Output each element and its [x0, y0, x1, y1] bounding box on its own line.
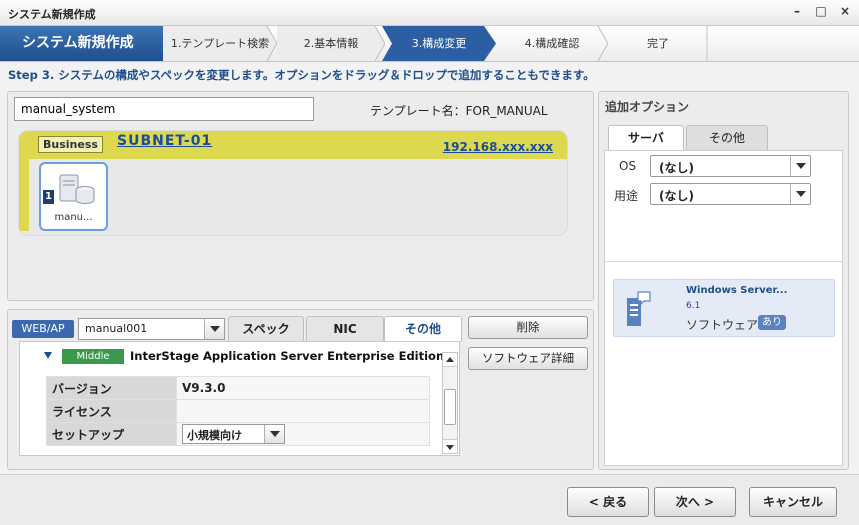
ip-address-link[interactable]: 192.168.xxx.xxx: [443, 140, 553, 154]
maximize-icon[interactable]: □: [815, 4, 827, 18]
back-button[interactable]: < 戻る: [567, 487, 649, 517]
minimize-icon[interactable]: –: [791, 4, 803, 18]
table-row: セットアップ 小規模向け: [46, 422, 430, 446]
use-select[interactable]: (なし): [650, 183, 811, 205]
server-count: 1: [43, 190, 54, 204]
template-name-label: テンプレート名：FOR_MANUAL: [370, 104, 548, 118]
wizard-step-template-search: 1.テンプレート検索: [163, 26, 277, 61]
os-select-value: (なし): [659, 161, 694, 175]
scroll-up-icon[interactable]: [443, 353, 457, 367]
vertical-scrollbar[interactable]: [442, 352, 458, 454]
tab-other[interactable]: その他: [384, 316, 462, 342]
options-body: OS (なし) 用途 (なし) Windows Server... 6.1 ソフ…: [604, 150, 843, 466]
system-name-input[interactable]: [14, 97, 314, 121]
middleware-detail: Middle InterStage Application Server Ent…: [19, 341, 460, 456]
tab-server[interactable]: サーバ: [608, 125, 684, 151]
subnet-link[interactable]: SUBNET-01: [117, 133, 212, 149]
chevron-down-icon[interactable]: [204, 319, 224, 339]
window-title: システム新規作成: [8, 8, 96, 21]
software-detail-button[interactable]: ソフトウェア詳細: [468, 347, 588, 370]
server-label: manu...: [54, 212, 93, 223]
wizard-step-label: 4.構成確認: [524, 37, 580, 50]
table-row: ライセンス: [46, 399, 430, 423]
option-type: ソフトウェア: [686, 318, 759, 332]
option-badge: あり: [758, 315, 786, 330]
os-label: OS: [619, 159, 637, 173]
network-type-badge: Business: [38, 136, 103, 153]
middleware-badge: Middle: [62, 349, 124, 364]
window-titlebar: システム新規作成 – □ ×: [0, 0, 859, 26]
tab-nic[interactable]: NIC: [306, 316, 384, 341]
configuration-panel: テンプレート名：FOR_MANUAL Business SUBNET-01 19…: [7, 91, 594, 301]
setup-select-value: 小規模向け: [187, 429, 242, 442]
chevron-down-icon[interactable]: [790, 156, 810, 176]
property-key: ライセンス: [46, 399, 177, 423]
server-detail-panel: WEB/AP manual001 スペック NIC その他 Middle Int…: [7, 309, 594, 470]
product-name: InterStage Application Server Enterprise…: [130, 349, 445, 363]
tab-other-options[interactable]: その他: [686, 125, 768, 150]
delete-button[interactable]: 削除: [468, 316, 588, 339]
instruction-text: Step 3. システムの構成やスペックを変更します。オプションをドラッグ＆ドロ…: [8, 68, 595, 82]
setup-select[interactable]: 小規模向け: [182, 424, 285, 444]
wizard-steps: システム新規作成 1.テンプレート検索 2.基本情報 3.構成変更 4.構成確認…: [0, 26, 859, 62]
wizard-step-complete: 完了: [608, 26, 708, 61]
software-icon: [626, 290, 652, 331]
server-icon: [57, 170, 97, 213]
property-value-cell: 小規模向け: [176, 422, 430, 446]
chevron-down-icon[interactable]: [790, 184, 810, 204]
option-version: 6.1: [686, 301, 701, 311]
chevron-down-icon[interactable]: [264, 425, 284, 443]
cancel-button[interactable]: キャンセル: [749, 487, 837, 517]
wizard-step-basic-info: 2.基本情報: [277, 26, 385, 61]
option-name: Windows Server...: [686, 285, 788, 296]
table-row: バージョン V9.3.0: [46, 376, 430, 400]
property-key: セットアップ: [46, 422, 177, 446]
os-select[interactable]: (なし): [650, 155, 811, 177]
wizard-step-label: 1.テンプレート検索: [170, 37, 270, 50]
wizard-step-label: 完了: [647, 37, 669, 50]
server-select-value: manual001: [85, 322, 148, 335]
property-value: V9.3.0: [176, 376, 430, 400]
options-title: 追加オプション: [605, 100, 690, 114]
tab-spec[interactable]: スペック: [228, 316, 304, 341]
scroll-down-icon[interactable]: [443, 439, 457, 453]
footer-bar: < 戻る 次へ > キャンセル: [0, 474, 859, 525]
software-option-card[interactable]: Windows Server... 6.1 ソフトウェア あり: [613, 279, 835, 337]
server-node[interactable]: 1 manu...: [39, 162, 108, 231]
wizard-brand: システム新規作成: [0, 26, 163, 61]
use-select-value: (なし): [659, 189, 694, 203]
server-select[interactable]: manual001: [78, 318, 225, 340]
collapse-triangle-icon[interactable]: [44, 352, 52, 359]
network-segment[interactable]: Business SUBNET-01 192.168.xxx.xxx 1 man…: [18, 130, 568, 236]
tier-tag: WEB/AP: [12, 320, 74, 338]
use-label: 用途: [614, 189, 639, 203]
wizard-step-label: 3.構成変更: [411, 37, 467, 50]
wizard-step-config-confirm: 4.構成確認: [496, 26, 608, 61]
wizard-step-label: 2.基本情報: [303, 37, 359, 50]
property-value: [176, 399, 430, 423]
network-left-band: [19, 159, 29, 231]
additional-options-panel: 追加オプション サーバ その他 OS (なし) 用途 (なし) Windows …: [598, 91, 849, 470]
property-key: バージョン: [46, 376, 177, 400]
middleware-properties-table: バージョン V9.3.0 ライセンス セットアップ 小規模向け: [46, 376, 430, 446]
divider: [605, 261, 842, 262]
next-button[interactable]: 次へ >: [654, 487, 736, 517]
wizard-step-config-change: 3.構成変更: [382, 26, 496, 61]
scroll-thumb[interactable]: [444, 389, 456, 425]
close-icon[interactable]: ×: [839, 4, 851, 18]
